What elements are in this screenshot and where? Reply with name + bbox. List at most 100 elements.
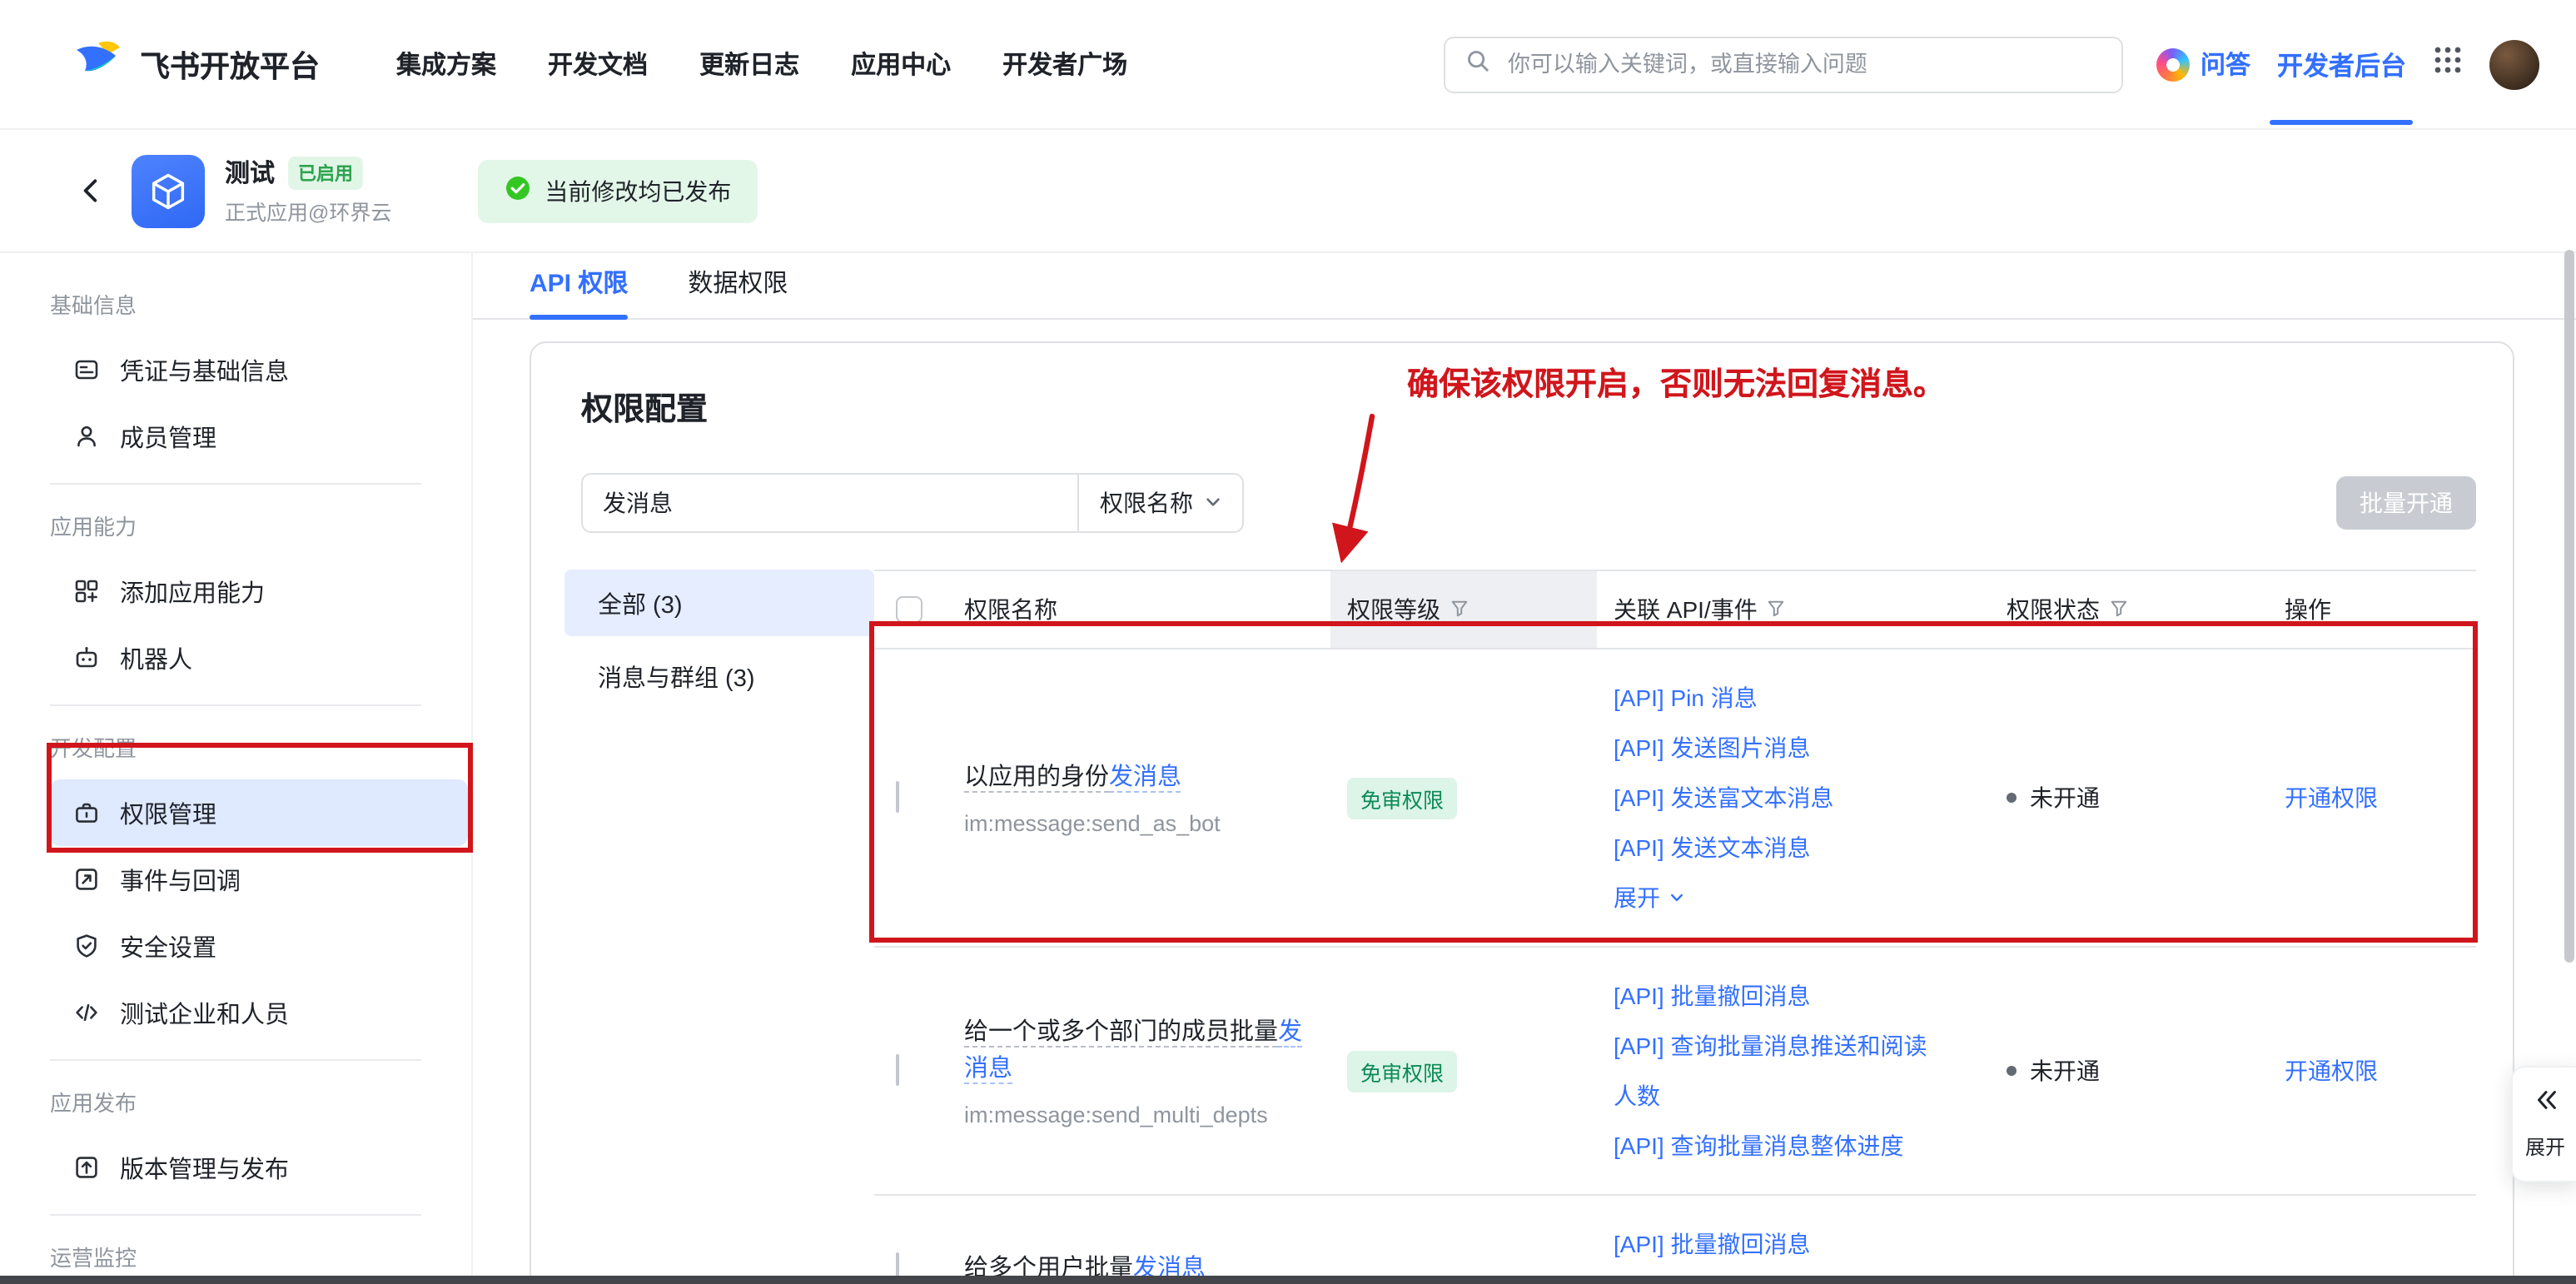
publish-banner-label: 当前修改均已发布: [545, 174, 731, 207]
top-navbar: 飞书开放平台 集成方案 开发文档 更新日志 应用中心 开发者广场 问答 开发者后…: [0, 0, 2576, 130]
status-dot-icon: [2007, 793, 2017, 803]
api-link[interactable]: [API] 查询批量消息推送和阅读人数: [1614, 1021, 1947, 1121]
version-release-icon: [73, 1154, 100, 1181]
sidebar-item-label: 机器人: [120, 640, 192, 675]
related-api-list: [API] 批量撤回消息 [API] 查询批量消息推送和阅读人数 [API] 查…: [1597, 971, 1990, 1171]
scrollbar-thumb[interactable]: [2564, 250, 2574, 963]
permission-search-input[interactable]: [583, 475, 1077, 531]
api-link[interactable]: [API] 发送富文本消息: [1614, 773, 1947, 823]
sidebar-item-events[interactable]: 事件与回调: [50, 846, 468, 913]
back-button[interactable]: [77, 177, 105, 205]
qa-label: 问答: [2201, 47, 2250, 82]
sidebar-section-release: 应用发布: [0, 1074, 471, 1134]
event-callback-icon: [73, 866, 100, 893]
nav-link-changelog[interactable]: 更新日志: [699, 47, 799, 82]
select-all-checkbox[interactable]: [896, 596, 922, 623]
filter-item-all[interactable]: 全部 (3): [564, 570, 874, 636]
api-link[interactable]: [API] 批量撤回消息: [1614, 971, 1947, 1021]
expand-api-list-link[interactable]: 展开: [1614, 873, 1685, 923]
card-title: 权限配置: [581, 390, 2463, 433]
row-checkbox[interactable]: [896, 781, 899, 813]
header-permission-level: 权限等级: [1330, 571, 1597, 648]
feishu-logo-icon: [73, 38, 123, 90]
permission-name-link[interactable]: 发消息: [1109, 764, 1181, 791]
qa-link[interactable]: 问答: [2157, 47, 2250, 82]
tab-data-permission[interactable]: 数据权限: [688, 265, 788, 318]
permission-config-card: 权限配置 权限名称 批量开通 全部 (3) 消息与群组 (3): [530, 341, 2514, 1284]
sidebar-item-label: 凭证与基础信息: [120, 352, 289, 387]
global-search[interactable]: [1445, 36, 2124, 92]
sidebar-item-security[interactable]: 安全设置: [50, 913, 468, 979]
api-link[interactable]: [API] 发送图片消息: [1614, 723, 1947, 773]
expand-side-panel-button[interactable]: 展开: [2511, 1066, 2576, 1182]
filter-funnel-icon[interactable]: [1768, 596, 1786, 623]
sidebar-item-add-capability[interactable]: 添加应用能力: [50, 558, 468, 625]
status-badge: 未开通: [2007, 781, 2266, 814]
header-action: 操作: [2266, 571, 2476, 648]
double-chevron-left-icon: [2532, 1087, 2559, 1121]
apps-grid-icon[interactable]: [2433, 45, 2463, 83]
tab-api-permission[interactable]: API 权限: [530, 265, 628, 318]
permission-code: im:message:send_as_bot: [964, 811, 1307, 836]
search-field-label: 权限名称: [1100, 486, 1193, 520]
credential-card-icon: [73, 356, 100, 383]
api-link[interactable]: [API] 发送文本消息: [1614, 823, 1947, 873]
table-row: 给一个或多个部门的成员批量发消息 im:message:send_multi_d…: [874, 948, 2476, 1196]
permission-tabs: API 权限 数据权限: [473, 253, 2576, 320]
category-filter: 全部 (3) 消息与群组 (3): [564, 570, 874, 709]
table-area: 全部 (3) 消息与群组 (3) 权限名称 权限等级 关联 API/事件: [564, 570, 2476, 1284]
nav-link-app-center[interactable]: 应用中心: [851, 47, 951, 82]
batch-approve-button[interactable]: 批量开通: [2336, 476, 2476, 530]
filter-item-message-group[interactable]: 消息与群组 (3): [564, 643, 874, 709]
api-link[interactable]: [API] 批量撤回消息: [1614, 1219, 1947, 1269]
sidebar-item-test-company[interactable]: 测试企业和人员: [50, 979, 468, 1046]
nav-link-integration[interactable]: 集成方案: [396, 47, 496, 82]
app-meta: 测试 已启用 正式应用@环界云: [225, 155, 391, 226]
user-avatar[interactable]: [2489, 39, 2539, 89]
api-link[interactable]: [API] Pin 消息: [1614, 673, 1947, 723]
level-badge: 免审权限: [1347, 1050, 1457, 1092]
sidebar-item-credentials[interactable]: 凭证与基础信息: [50, 336, 468, 403]
nav-link-dev-plaza[interactable]: 开发者广场: [1002, 47, 1127, 82]
sidebar-item-label: 成员管理: [120, 419, 216, 454]
permission-search[interactable]: 权限名称: [581, 473, 1244, 533]
related-api-list: [API] 批量撤回消息 [API] 查询批量消息推送和阅读: [1597, 1219, 1990, 1284]
shield-check-icon: [73, 933, 100, 959]
row-checkbox[interactable]: [896, 1054, 899, 1086]
sidebar-item-label: 权限管理: [120, 795, 216, 830]
brand-name: 飞书开放平台: [140, 42, 320, 86]
api-link[interactable]: [API] 查询批量消息整体进度: [1614, 1121, 1947, 1171]
navbar-right: 问答 开发者后台: [2157, 39, 2539, 89]
table-row: 以应用的身份发消息 im:message:send_as_bot 免审权限 [A…: [874, 649, 2476, 948]
open-permission-link[interactable]: 开通权限: [2285, 1058, 2378, 1084]
sidebar-item-version[interactable]: 版本管理与发布: [50, 1134, 468, 1201]
sidebar-item-members[interactable]: 成员管理: [50, 403, 468, 470]
sidebar-item-label: 测试企业和人员: [120, 995, 289, 1030]
filter-funnel-icon[interactable]: [1450, 596, 1469, 623]
permission-name: 给一个或多个部门的成员批量发消息: [964, 1014, 1307, 1087]
global-search-input[interactable]: [1504, 50, 2102, 78]
sidebar-divider: [50, 1059, 421, 1061]
check-circle-icon: [505, 175, 531, 207]
sidebar-item-label: 事件与回调: [120, 862, 241, 897]
search-field-selector[interactable]: 权限名称: [1077, 475, 1242, 531]
brand[interactable]: 飞书开放平台: [73, 38, 320, 90]
filter-funnel-icon[interactable]: [2110, 596, 2128, 623]
primary-nav: 集成方案 开发文档 更新日志 应用中心 开发者广场: [396, 47, 1127, 82]
permission-name: 以应用的身份发消息: [964, 759, 1307, 796]
publish-status-banner: 当前修改均已发布: [478, 159, 758, 222]
sidebar-item-label: 版本管理与发布: [120, 1150, 289, 1185]
app-header: 测试 已启用 正式应用@环界云 当前修改均已发布: [0, 130, 2576, 253]
sidebar-item-permissions[interactable]: 权限管理: [50, 779, 468, 846]
open-permission-link[interactable]: 开通权限: [2285, 784, 2378, 811]
sidebar-section-dev-config: 开发配置: [0, 719, 471, 779]
header-permission-status: 权限状态: [1990, 571, 2266, 648]
sidebar-item-bot[interactable]: 机器人: [50, 625, 468, 691]
developer-console-tab[interactable]: 开发者后台: [2277, 46, 2406, 82]
permission-briefcase-icon: [73, 799, 100, 826]
table-row: 给多个用户批量发消息 [API] 批量撤回消息 [API] 查询批量消息推送和阅…: [874, 1196, 2476, 1284]
sidebar: 基础信息 凭证与基础信息 成员管理 应用能力 添加应用能力 机器人: [0, 253, 473, 1284]
app-name: 测试: [225, 155, 275, 190]
nav-link-docs[interactable]: 开发文档: [548, 47, 648, 82]
related-api-list: [API] Pin 消息 [API] 发送图片消息 [API] 发送富文本消息 …: [1597, 673, 1990, 923]
